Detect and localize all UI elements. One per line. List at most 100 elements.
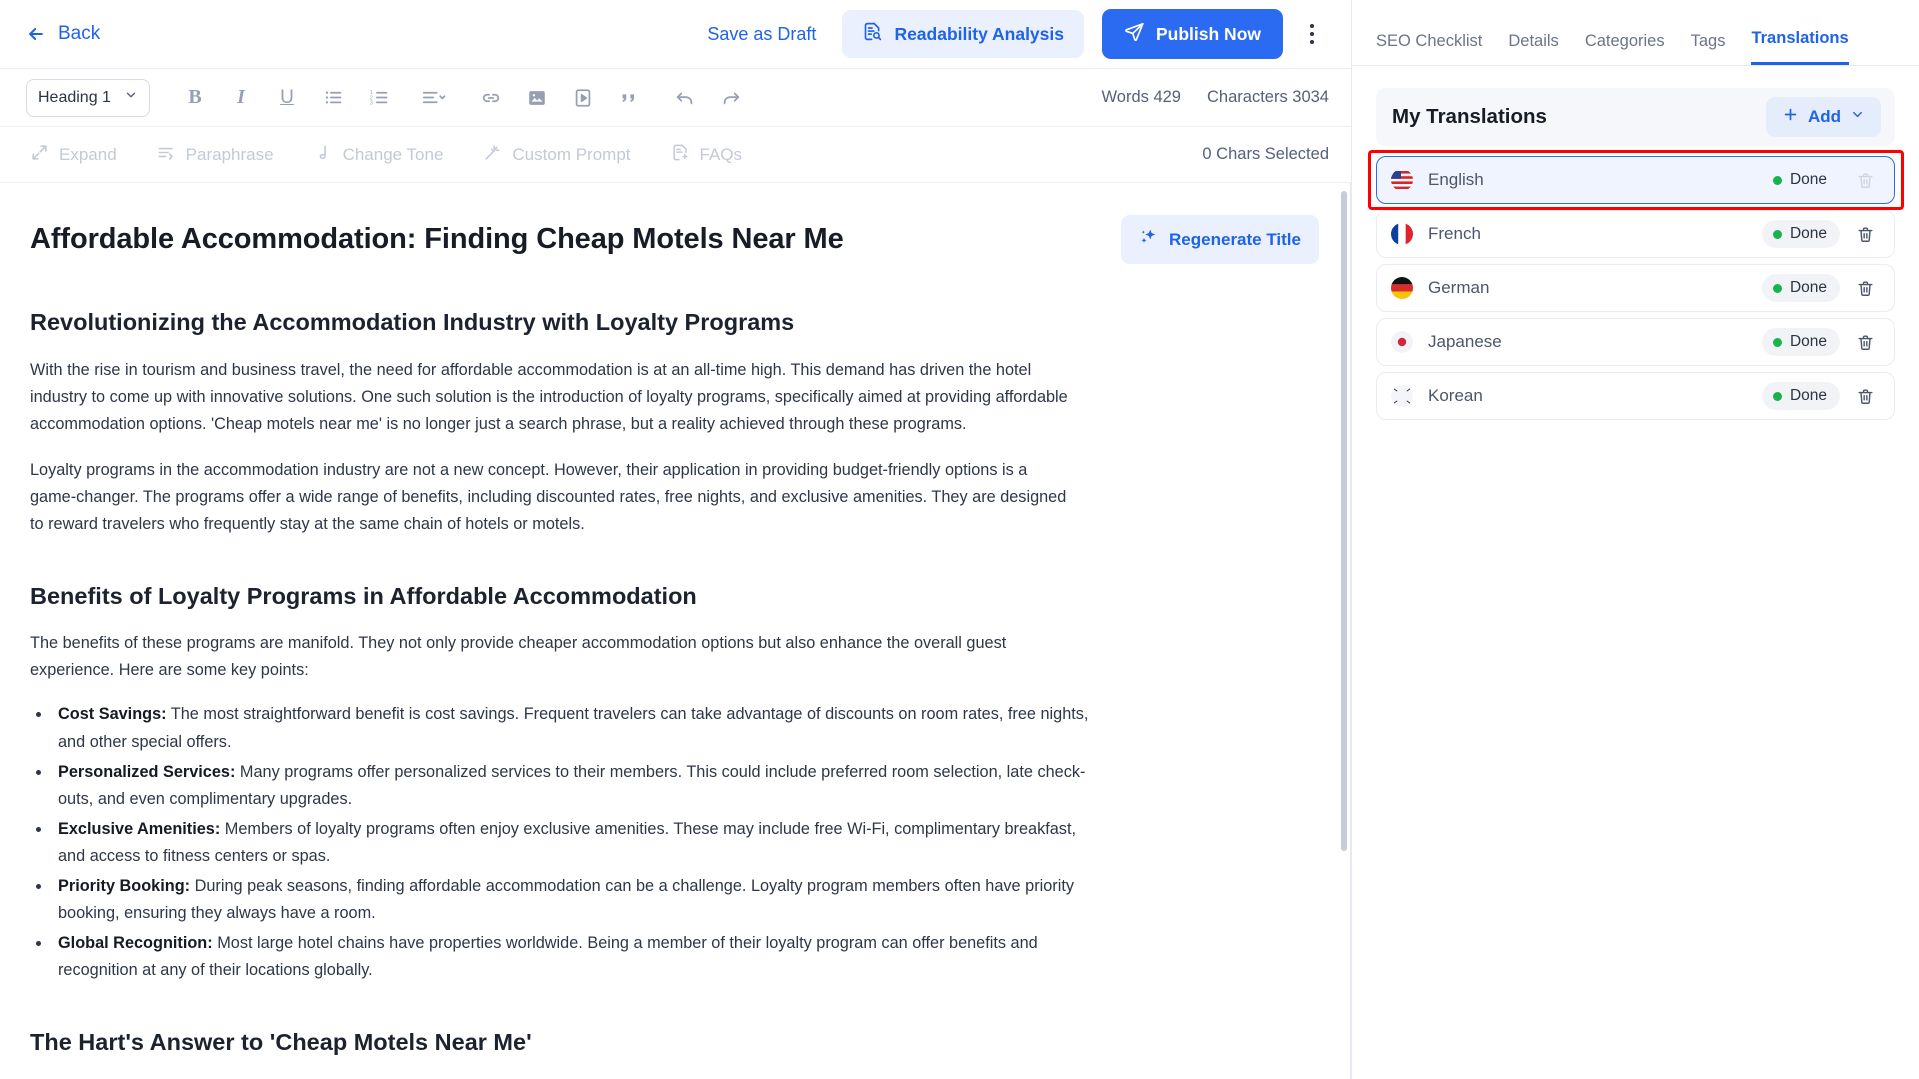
flag-us-icon: [1391, 169, 1413, 191]
arrow-left-icon: [26, 24, 46, 44]
status-badge: Done: [1762, 166, 1840, 194]
readability-analysis-button[interactable]: Readability Analysis: [842, 10, 1084, 58]
bold-icon[interactable]: B: [175, 79, 215, 117]
document-title-row: Affordable Accommodation: Finding Cheap …: [30, 215, 1319, 264]
translation-row-korean[interactable]: Korean Done: [1376, 372, 1895, 420]
back-label: Back: [58, 23, 101, 44]
word-count: Words 429: [1101, 88, 1182, 106]
plus-icon: [1782, 106, 1799, 128]
back-button[interactable]: Back: [26, 23, 100, 45]
list-item: Cost Savings: The most straightforward b…: [52, 701, 1092, 755]
add-translation-button[interactable]: Add: [1765, 97, 1881, 137]
italic-icon[interactable]: I: [221, 79, 261, 117]
status-label: Done: [1789, 387, 1827, 404]
tab-translations[interactable]: Translations: [1751, 29, 1849, 65]
document-scroll-area[interactable]: Affordable Accommodation: Finding Cheap …: [0, 182, 1351, 1079]
save-as-draft-button[interactable]: Save as Draft: [707, 24, 816, 45]
status-badge: Done: [1761, 274, 1840, 302]
kebab-menu-icon[interactable]: [1295, 14, 1329, 54]
ai-change-tone-button[interactable]: Change Tone: [314, 143, 444, 167]
image-icon[interactable]: [517, 79, 557, 117]
my-translations-title: My Translations: [1392, 105, 1547, 128]
redo-icon[interactable]: [711, 79, 751, 117]
document-content[interactable]: Affordable Accommodation: Finding Cheap …: [0, 183, 1351, 1079]
translation-language-label: Korean: [1428, 386, 1483, 405]
delete-translation-button[interactable]: [1848, 217, 1882, 251]
ai-faqs-label: FAQs: [699, 144, 743, 164]
translation-language-label: English: [1428, 170, 1484, 189]
list-item-term: Cost Savings:: [58, 705, 167, 724]
paragraph-2: Loyalty programs in the accommodation in…: [30, 460, 1067, 533]
translation-row-english[interactable]: English Done: [1376, 156, 1895, 204]
flag-de-icon: [1391, 277, 1413, 299]
regenerate-title-label: Regenerate Title: [1169, 229, 1301, 249]
list-item-term: Personalized Services:: [58, 762, 236, 781]
video-icon[interactable]: [563, 79, 603, 117]
section-heading-3: The Hart's Answer to 'Cheap Motels Near …: [30, 1028, 532, 1055]
app-root: Back Save as Draft Readability Analysis: [0, 0, 1919, 1079]
list-item-term: Exclusive Amenities:: [58, 819, 221, 838]
ai-expand-button[interactable]: Expand: [30, 143, 117, 167]
tab-categories[interactable]: Categories: [1585, 32, 1665, 65]
translation-row-japanese[interactable]: Japanese Done: [1376, 318, 1895, 366]
readability-analysis-label: Readability Analysis: [894, 23, 1064, 44]
quote-icon[interactable]: [609, 79, 649, 117]
document-search-icon: [862, 21, 883, 47]
list-item: Personalized Services: Many programs off…: [52, 759, 1092, 813]
section-heading-1: Revolutionizing the Accommodation Indust…: [30, 309, 795, 335]
list-item: Priority Booking: During peak seasons, f…: [52, 873, 1092, 927]
paragraph-1: With the rise in tourism and business tr…: [30, 360, 1068, 433]
ai-custom-prompt-button[interactable]: Custom Prompt: [483, 143, 631, 167]
paragraph-style-select[interactable]: Heading 1: [26, 78, 150, 117]
status-badge: Done: [1761, 328, 1840, 356]
regenerate-title-button[interactable]: Regenerate Title: [1121, 215, 1319, 264]
bullet-list-icon[interactable]: [313, 79, 353, 117]
music-note-icon: [314, 143, 333, 167]
chevron-down-icon: [124, 88, 138, 107]
section-heading-2: Benefits of Loyalty Programs in Affordab…: [30, 582, 697, 609]
translation-row-german[interactable]: German Done: [1376, 264, 1895, 312]
panel-tabs: SEO Checklist Details Categories Tags Tr…: [1352, 0, 1919, 66]
benefits-list: Cost Savings: The most straightforward b…: [52, 701, 1092, 983]
tab-details[interactable]: Details: [1508, 32, 1558, 65]
delete-translation-button[interactable]: [1848, 271, 1882, 305]
tab-seo-checklist[interactable]: SEO Checklist: [1376, 32, 1482, 65]
numbered-list-icon[interactable]: 123: [359, 79, 399, 117]
ai-paraphrase-button[interactable]: Paraphrase: [157, 143, 274, 167]
right-panel: SEO Checklist Details Categories Tags Tr…: [1351, 0, 1919, 1079]
ai-change-tone-label: Change Tone: [342, 144, 444, 164]
status-dot-icon: [1772, 229, 1782, 239]
link-icon[interactable]: [471, 79, 511, 117]
delete-translation-button[interactable]: [1848, 163, 1882, 197]
undo-icon[interactable]: [665, 79, 705, 117]
align-icon[interactable]: [415, 79, 455, 117]
translation-row-french[interactable]: French Done: [1376, 210, 1895, 258]
translations-header: My Translations Add: [1376, 88, 1895, 146]
character-count: Characters 3034: [1207, 88, 1329, 106]
publish-now-button[interactable]: Publish Now: [1102, 9, 1283, 59]
status-dot-icon: [1772, 391, 1782, 401]
underline-icon[interactable]: U: [267, 79, 307, 117]
delete-translation-button[interactable]: [1848, 379, 1882, 413]
status-badge: Done: [1761, 220, 1840, 248]
status-label: Done: [1789, 225, 1827, 242]
page-title[interactable]: Affordable Accommodation: Finding Cheap …: [30, 215, 1101, 257]
format-toolbar: Heading 1 B I U 123 Words 429 Characters…: [0, 68, 1351, 126]
status-badge: Done: [1761, 382, 1840, 410]
top-bar: Back Save as Draft Readability Analysis: [0, 0, 1351, 68]
flag-jp-icon: [1391, 331, 1413, 353]
list-item-term: Priority Booking:: [58, 876, 191, 895]
send-plane-icon: [1124, 21, 1145, 47]
translations-list: English Done French Done German Done Jap…: [1368, 150, 1904, 420]
document-scrollbar-thumb[interactable]: [1341, 191, 1347, 851]
delete-translation-button[interactable]: [1848, 325, 1882, 359]
tab-tags[interactable]: Tags: [1691, 32, 1726, 65]
ai-tools-bar: Expand Paraphrase Change Tone Custom Pro…: [0, 126, 1351, 182]
ai-faqs-button[interactable]: FAQs: [671, 143, 743, 167]
paragraph-style-value: Heading 1: [38, 88, 111, 106]
publish-now-label: Publish Now: [1156, 23, 1261, 44]
svg-text:3: 3: [369, 100, 372, 106]
flag-kr-icon: [1391, 385, 1413, 407]
editor-pane: Back Save as Draft Readability Analysis: [0, 0, 1351, 1079]
status-label: Done: [1789, 171, 1827, 188]
